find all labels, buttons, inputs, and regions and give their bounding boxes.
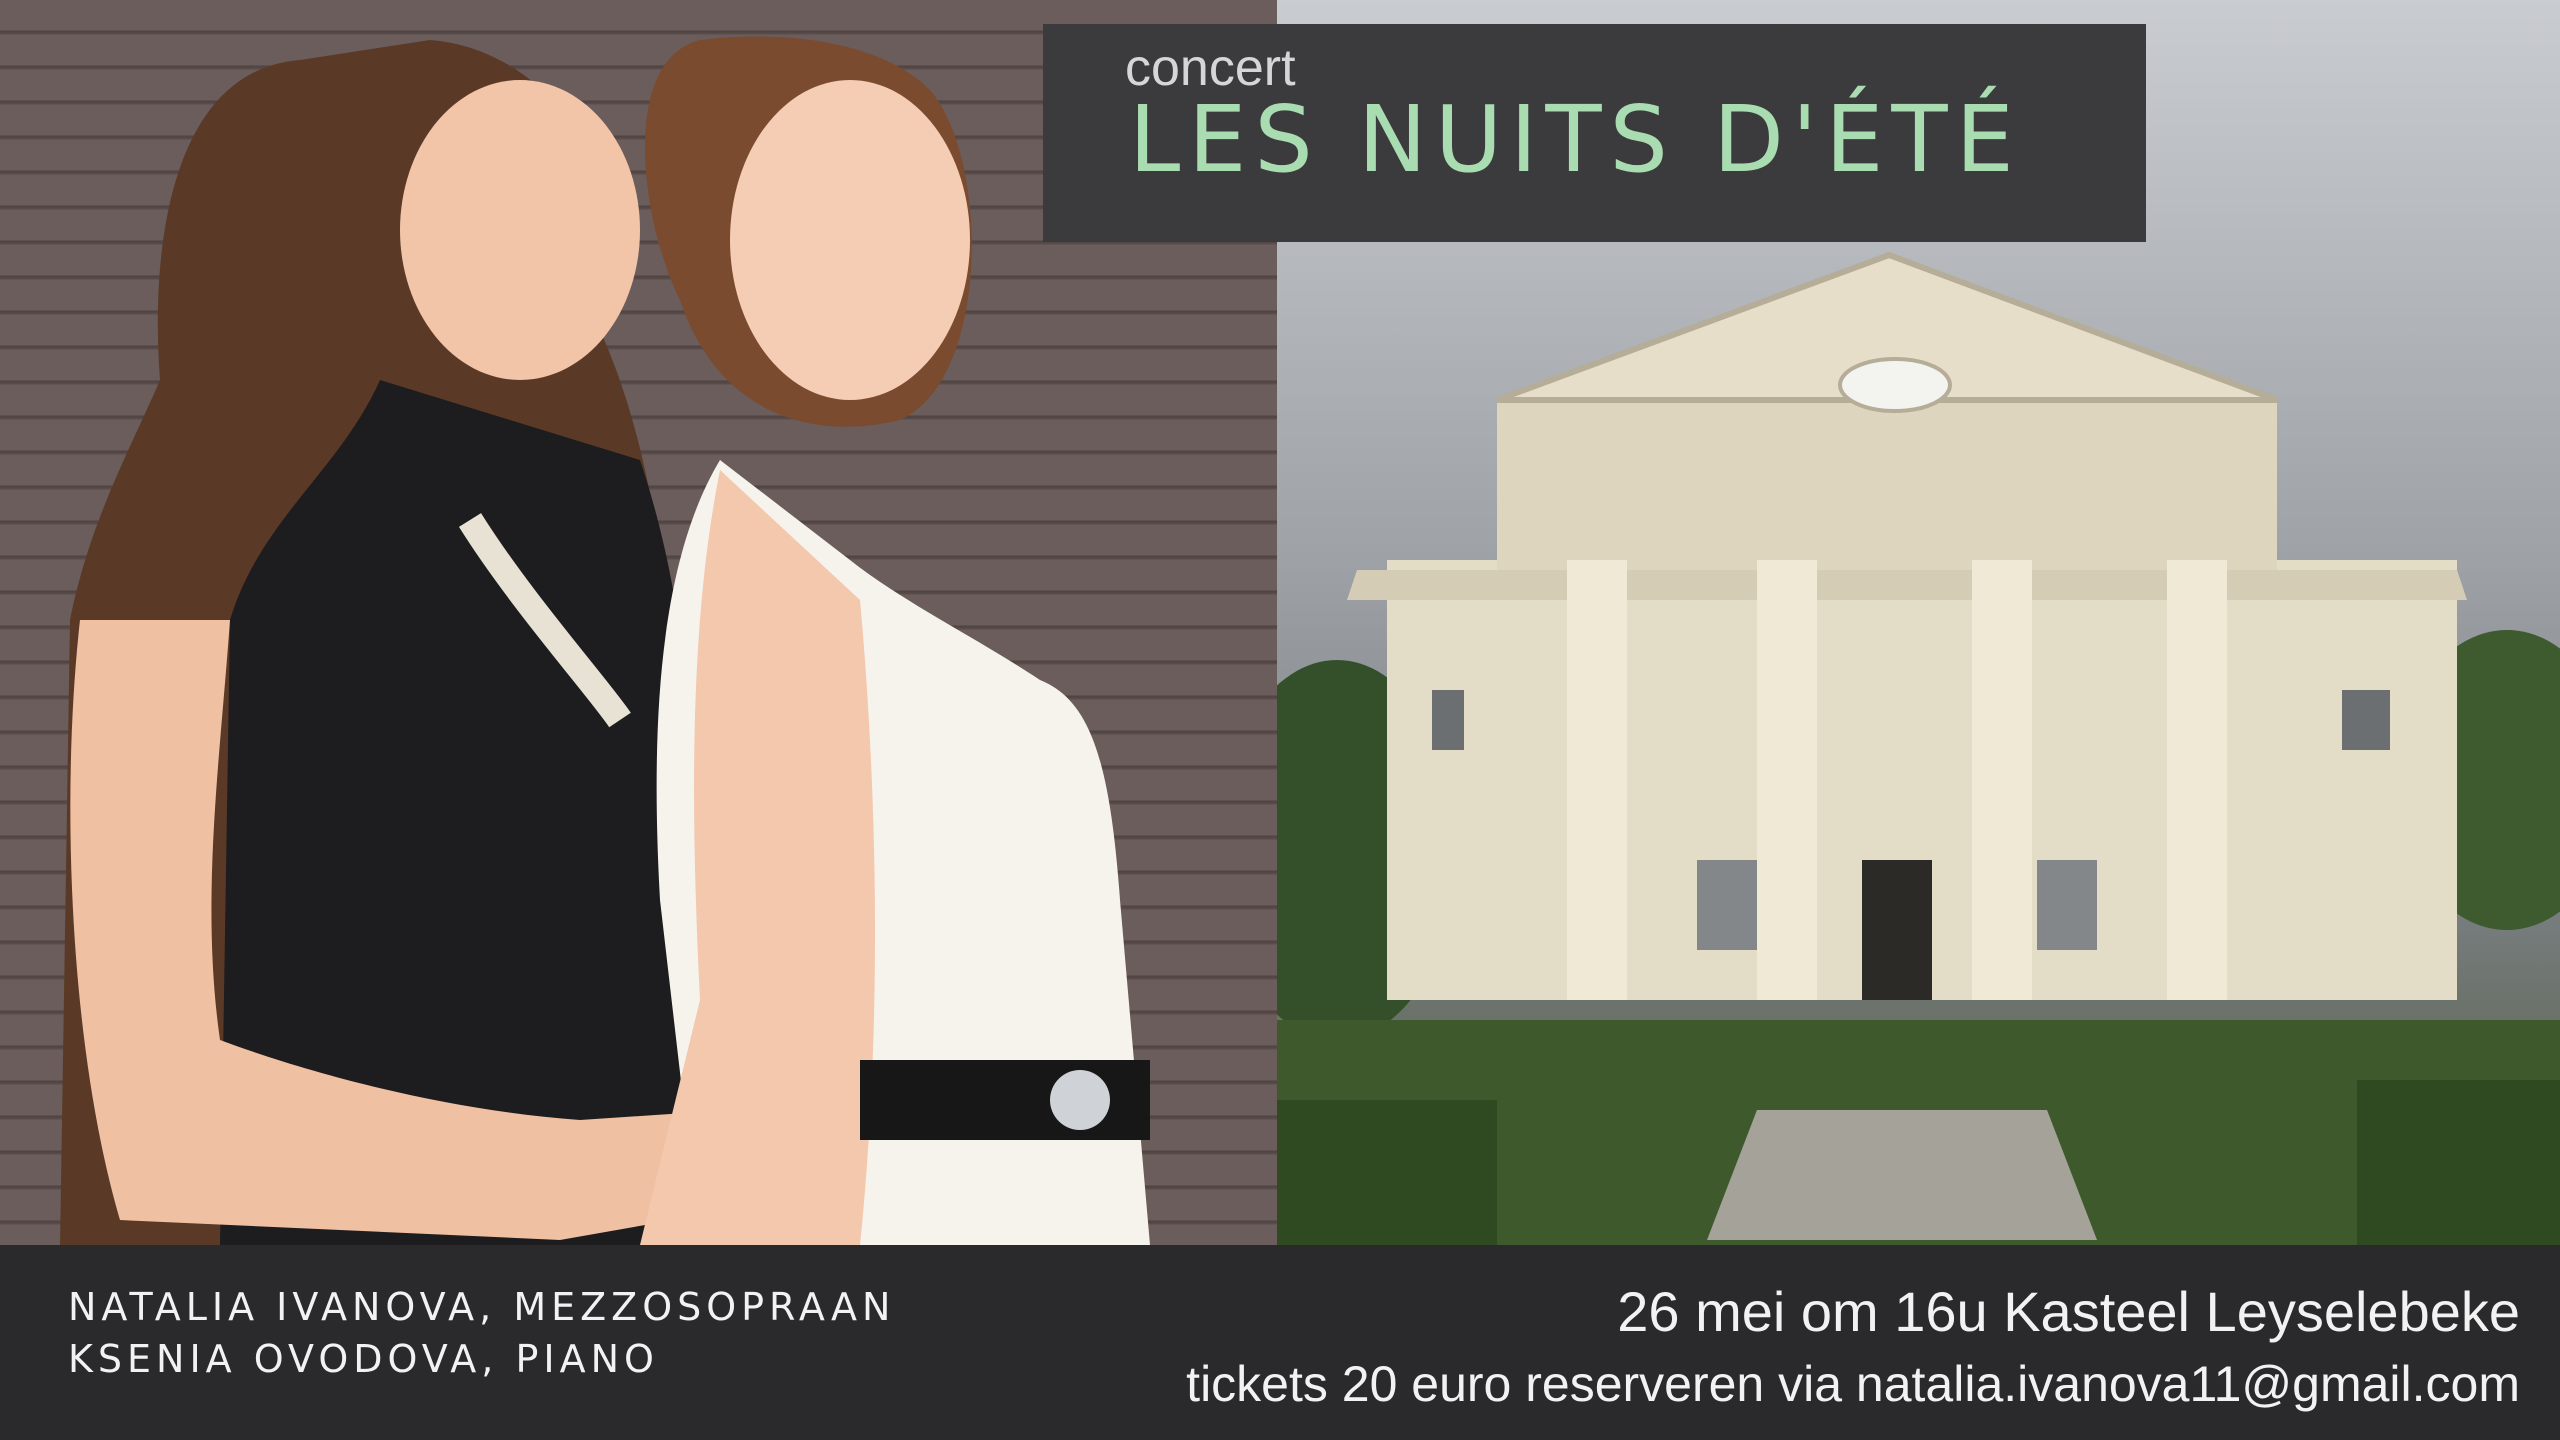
title-main: LES NUITS D'ÉTÉ <box>1129 86 2022 193</box>
event-date-location: 26 mei om 16u Kasteel Leyselebeke <box>1617 1280 2520 1343</box>
performer-line: KSENIA OVODOVA, PIANO <box>68 1337 659 1381</box>
performer-line: NATALIA IVANOVA, MEZZOSOPRAAN <box>68 1285 896 1329</box>
performers-list: NATALIA IVANOVA, MEZZOSOPRAAN KSENIA OVO… <box>68 1281 895 1385</box>
tickets-info: tickets 20 euro reserveren via natalia.i… <box>1186 1356 2520 1412</box>
title-banner: concert LES NUITS D'ÉTÉ <box>1043 24 2146 242</box>
info-bar: NATALIA IVANOVA, MEZZOSOPRAAN KSENIA OVO… <box>0 1245 2560 1440</box>
